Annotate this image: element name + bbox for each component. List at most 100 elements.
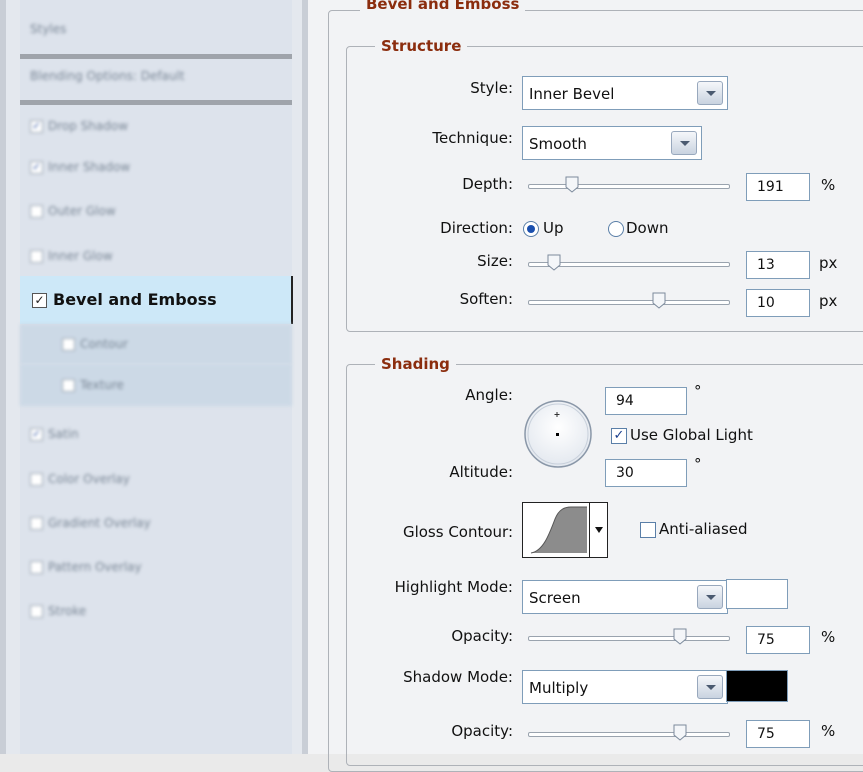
highlight-opacity-slider[interactable] bbox=[528, 628, 730, 648]
shadow-mode-dropdown-button[interactable] bbox=[697, 675, 723, 699]
shading-title: Shading bbox=[375, 355, 456, 373]
technique-dropdown-button[interactable] bbox=[671, 131, 697, 155]
drop-shadow-checkbox[interactable]: ✓ bbox=[30, 120, 43, 133]
size-label: Size: bbox=[477, 252, 513, 270]
style-item-contour[interactable]: Contour bbox=[20, 324, 292, 364]
panel-edge-left bbox=[0, 0, 6, 754]
texture-checkbox[interactable] bbox=[62, 379, 75, 392]
style-item-drop-shadow[interactable]: ✓ Drop Shadow bbox=[20, 105, 292, 147]
highlight-mode-label: Highlight Mode: bbox=[394, 578, 513, 596]
highlight-mode-dropdown-button[interactable] bbox=[697, 585, 723, 609]
shadow-opacity-unit: % bbox=[821, 722, 836, 740]
shadow-mode-label: Shadow Mode: bbox=[403, 668, 513, 686]
direction-up-radio[interactable] bbox=[523, 221, 539, 237]
size-slider[interactable] bbox=[528, 254, 730, 274]
outer-glow-checkbox[interactable] bbox=[30, 205, 43, 218]
pattern-overlay-checkbox[interactable] bbox=[30, 561, 43, 574]
technique-select[interactable]: Smooth bbox=[522, 126, 702, 160]
anti-aliased-label: Anti-aliased bbox=[659, 520, 748, 538]
soften-input[interactable]: 10 bbox=[746, 289, 810, 317]
style-item-inner-glow[interactable]: Inner Glow bbox=[20, 235, 292, 277]
angle-input[interactable]: 94 bbox=[605, 387, 687, 415]
altitude-label: Altitude: bbox=[449, 463, 513, 481]
highlight-opacity-thumb[interactable] bbox=[673, 628, 687, 645]
shadow-color-swatch[interactable] bbox=[726, 670, 788, 702]
use-global-light-checkbox[interactable]: ✓ bbox=[611, 428, 627, 444]
altitude-unit: ° bbox=[694, 455, 702, 473]
shading-group bbox=[346, 364, 863, 766]
angle-unit: ° bbox=[694, 382, 702, 400]
highlight-mode-select[interactable]: Screen bbox=[522, 580, 728, 614]
highlight-opacity-track bbox=[528, 636, 730, 641]
shadow-opacity-slider[interactable] bbox=[528, 724, 730, 744]
style-item-satin[interactable]: ✓ Satin bbox=[20, 413, 292, 455]
direction-down-label: Down bbox=[626, 219, 669, 237]
soften-slider-track bbox=[528, 300, 730, 305]
highlight-opacity-label: Opacity: bbox=[451, 627, 513, 645]
bevel-emboss-settings: Bevel and Emboss Structure Style: Inner … bbox=[308, 0, 863, 772]
structure-title: Structure bbox=[375, 37, 468, 55]
style-dropdown-button[interactable] bbox=[697, 81, 723, 105]
gloss-contour-dropdown-arrow-icon[interactable] bbox=[595, 527, 603, 533]
style-select[interactable]: Inner Bevel bbox=[522, 76, 728, 110]
color-overlay-checkbox[interactable] bbox=[30, 473, 43, 486]
bevel-and-emboss-checkbox[interactable]: ✓ bbox=[32, 293, 47, 308]
soften-slider[interactable] bbox=[528, 292, 730, 312]
style-item-inner-shadow[interactable]: ✓ Inner Shadow bbox=[20, 146, 292, 188]
contour-checkbox[interactable] bbox=[62, 338, 75, 351]
use-global-light-label: Use Global Light bbox=[630, 426, 753, 444]
shadow-opacity-thumb[interactable] bbox=[673, 724, 687, 741]
highlight-color-swatch[interactable] bbox=[726, 579, 788, 609]
inner-shadow-checkbox[interactable]: ✓ bbox=[30, 161, 43, 174]
style-item-stroke[interactable]: Stroke bbox=[20, 590, 292, 632]
shadow-mode-select[interactable]: Multiply bbox=[522, 670, 728, 704]
gloss-contour-preview bbox=[530, 506, 587, 554]
size-unit: px bbox=[819, 254, 838, 272]
shadow-mode-value: Multiply bbox=[529, 679, 589, 697]
style-item-bevel-and-emboss[interactable]: ✓ Bevel and Emboss bbox=[20, 276, 293, 324]
anti-aliased-checkbox[interactable] bbox=[640, 522, 656, 538]
styles-header[interactable]: Styles bbox=[20, 8, 292, 50]
style-item-texture[interactable]: Texture bbox=[20, 364, 292, 406]
satin-checkbox[interactable]: ✓ bbox=[30, 428, 43, 441]
gloss-contour-picker[interactable] bbox=[522, 502, 608, 558]
depth-input[interactable]: 191 bbox=[746, 173, 810, 201]
altitude-input[interactable]: 30 bbox=[605, 459, 687, 487]
soften-unit: px bbox=[819, 292, 838, 310]
style-select-value: Inner Bevel bbox=[529, 85, 615, 103]
depth-slider[interactable] bbox=[528, 176, 730, 196]
direction-label: Direction: bbox=[440, 219, 513, 237]
style-item-gradient-overlay[interactable]: Gradient Overlay bbox=[20, 502, 292, 544]
soften-slider-thumb[interactable] bbox=[652, 292, 666, 309]
highlight-opacity-unit: % bbox=[821, 628, 836, 646]
style-item-color-overlay[interactable]: Color Overlay bbox=[20, 458, 292, 500]
depth-unit: % bbox=[821, 176, 836, 194]
shadow-opacity-input[interactable]: 75 bbox=[746, 720, 810, 748]
style-item-pattern-overlay[interactable]: Pattern Overlay bbox=[20, 546, 292, 588]
inner-glow-checkbox[interactable] bbox=[30, 250, 43, 263]
depth-slider-thumb[interactable] bbox=[565, 176, 579, 193]
stroke-checkbox[interactable] bbox=[30, 605, 43, 618]
angle-label: Angle: bbox=[465, 386, 513, 404]
style-item-outer-glow[interactable]: Outer Glow bbox=[20, 190, 292, 232]
highlight-mode-value: Screen bbox=[529, 589, 581, 607]
size-slider-thumb[interactable] bbox=[547, 254, 561, 271]
gloss-contour-label: Gloss Contour: bbox=[402, 523, 513, 541]
blending-options-item[interactable]: Blending Options: Default bbox=[20, 55, 292, 97]
bevel-emboss-title: Bevel and Emboss bbox=[360, 0, 526, 13]
gradient-overlay-checkbox[interactable] bbox=[30, 517, 43, 530]
technique-label: Technique: bbox=[432, 129, 513, 147]
depth-slider-track bbox=[528, 184, 730, 189]
soften-label: Soften: bbox=[459, 290, 513, 308]
shadow-opacity-track bbox=[528, 732, 730, 737]
angle-wheel[interactable] bbox=[522, 398, 594, 470]
shadow-opacity-label: Opacity: bbox=[451, 722, 513, 740]
direction-down-radio[interactable] bbox=[608, 221, 624, 237]
highlight-opacity-input[interactable]: 75 bbox=[746, 626, 810, 654]
direction-up-label: Up bbox=[543, 219, 564, 237]
gloss-contour-divider bbox=[589, 503, 590, 557]
depth-label: Depth: bbox=[462, 175, 513, 193]
styles-list-panel: Styles Blending Options: Default ✓ Drop S… bbox=[0, 0, 308, 754]
technique-select-value: Smooth bbox=[529, 135, 587, 153]
size-input[interactable]: 13 bbox=[746, 251, 810, 279]
